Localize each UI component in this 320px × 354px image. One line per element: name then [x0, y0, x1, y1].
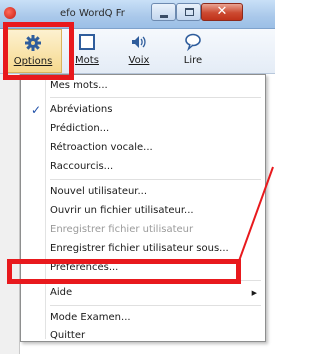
- lire-button[interactable]: Lire: [170, 29, 216, 73]
- options-highlight-box: [3, 22, 74, 80]
- menu-item-label: Rétroaction vocale...: [50, 142, 153, 153]
- menu-item-label: Enregistrer fichier utilisateur sous...: [50, 243, 229, 254]
- menu-item-mode-examen[interactable]: Mode Examen...: [23, 309, 263, 327]
- menu-item-label: Ouvrir un fichier utilisateur...: [50, 205, 194, 216]
- speaker-icon: [132, 36, 146, 48]
- background-window-edge: [0, 74, 20, 354]
- lire-label: Lire: [183, 55, 203, 66]
- menu-item-aide[interactable]: Aide ▶: [23, 284, 263, 302]
- submenu-arrow-icon: ▶: [251, 289, 257, 297]
- menu-item-label: Nouvel utilisateur...: [50, 186, 148, 197]
- minimize-button[interactable]: [151, 3, 176, 21]
- square-icon: [79, 34, 95, 50]
- menu-item-retroaction-vocale[interactable]: Rétroaction vocale...: [23, 139, 263, 157]
- checkmark-icon: ✓: [31, 103, 42, 117]
- menu-item-label: Abréviations: [50, 104, 113, 115]
- menu-item-label: Mode Examen...: [50, 312, 131, 323]
- close-icon: ✕: [216, 4, 228, 19]
- minimize-icon: [160, 15, 168, 18]
- app-logo-icon: [4, 7, 16, 19]
- maximize-icon: [185, 8, 194, 16]
- menu-item-label: Quitter: [50, 330, 86, 341]
- menu-item-label: Enregistrer fichier utilisateur: [50, 224, 194, 235]
- window-title: efo WordQ Fr: [60, 8, 125, 19]
- maximize-button[interactable]: [176, 3, 201, 21]
- menu-item-highlight-box: [7, 259, 241, 284]
- menu-item-prediction[interactable]: Prédiction...: [23, 120, 263, 138]
- menu-separator: [50, 305, 261, 306]
- voix-button[interactable]: Voix: [116, 29, 162, 73]
- menu-item-label: Mes mots...: [50, 80, 108, 91]
- annotation-pointer-line: [238, 166, 274, 262]
- menu-item-label: Aide: [50, 287, 73, 298]
- menu-item-quitter[interactable]: Quitter: [23, 327, 263, 345]
- voix-label: Voix: [128, 55, 150, 66]
- menu-item-label: Prédiction...: [50, 123, 110, 134]
- menu-separator: [50, 97, 261, 98]
- menu-item-abreviations[interactable]: ✓ Abréviations: [23, 101, 263, 119]
- menu-item-label: Raccourcis...: [50, 161, 114, 172]
- speech-bubble-icon: [185, 33, 201, 51]
- close-button[interactable]: ✕: [201, 3, 243, 21]
